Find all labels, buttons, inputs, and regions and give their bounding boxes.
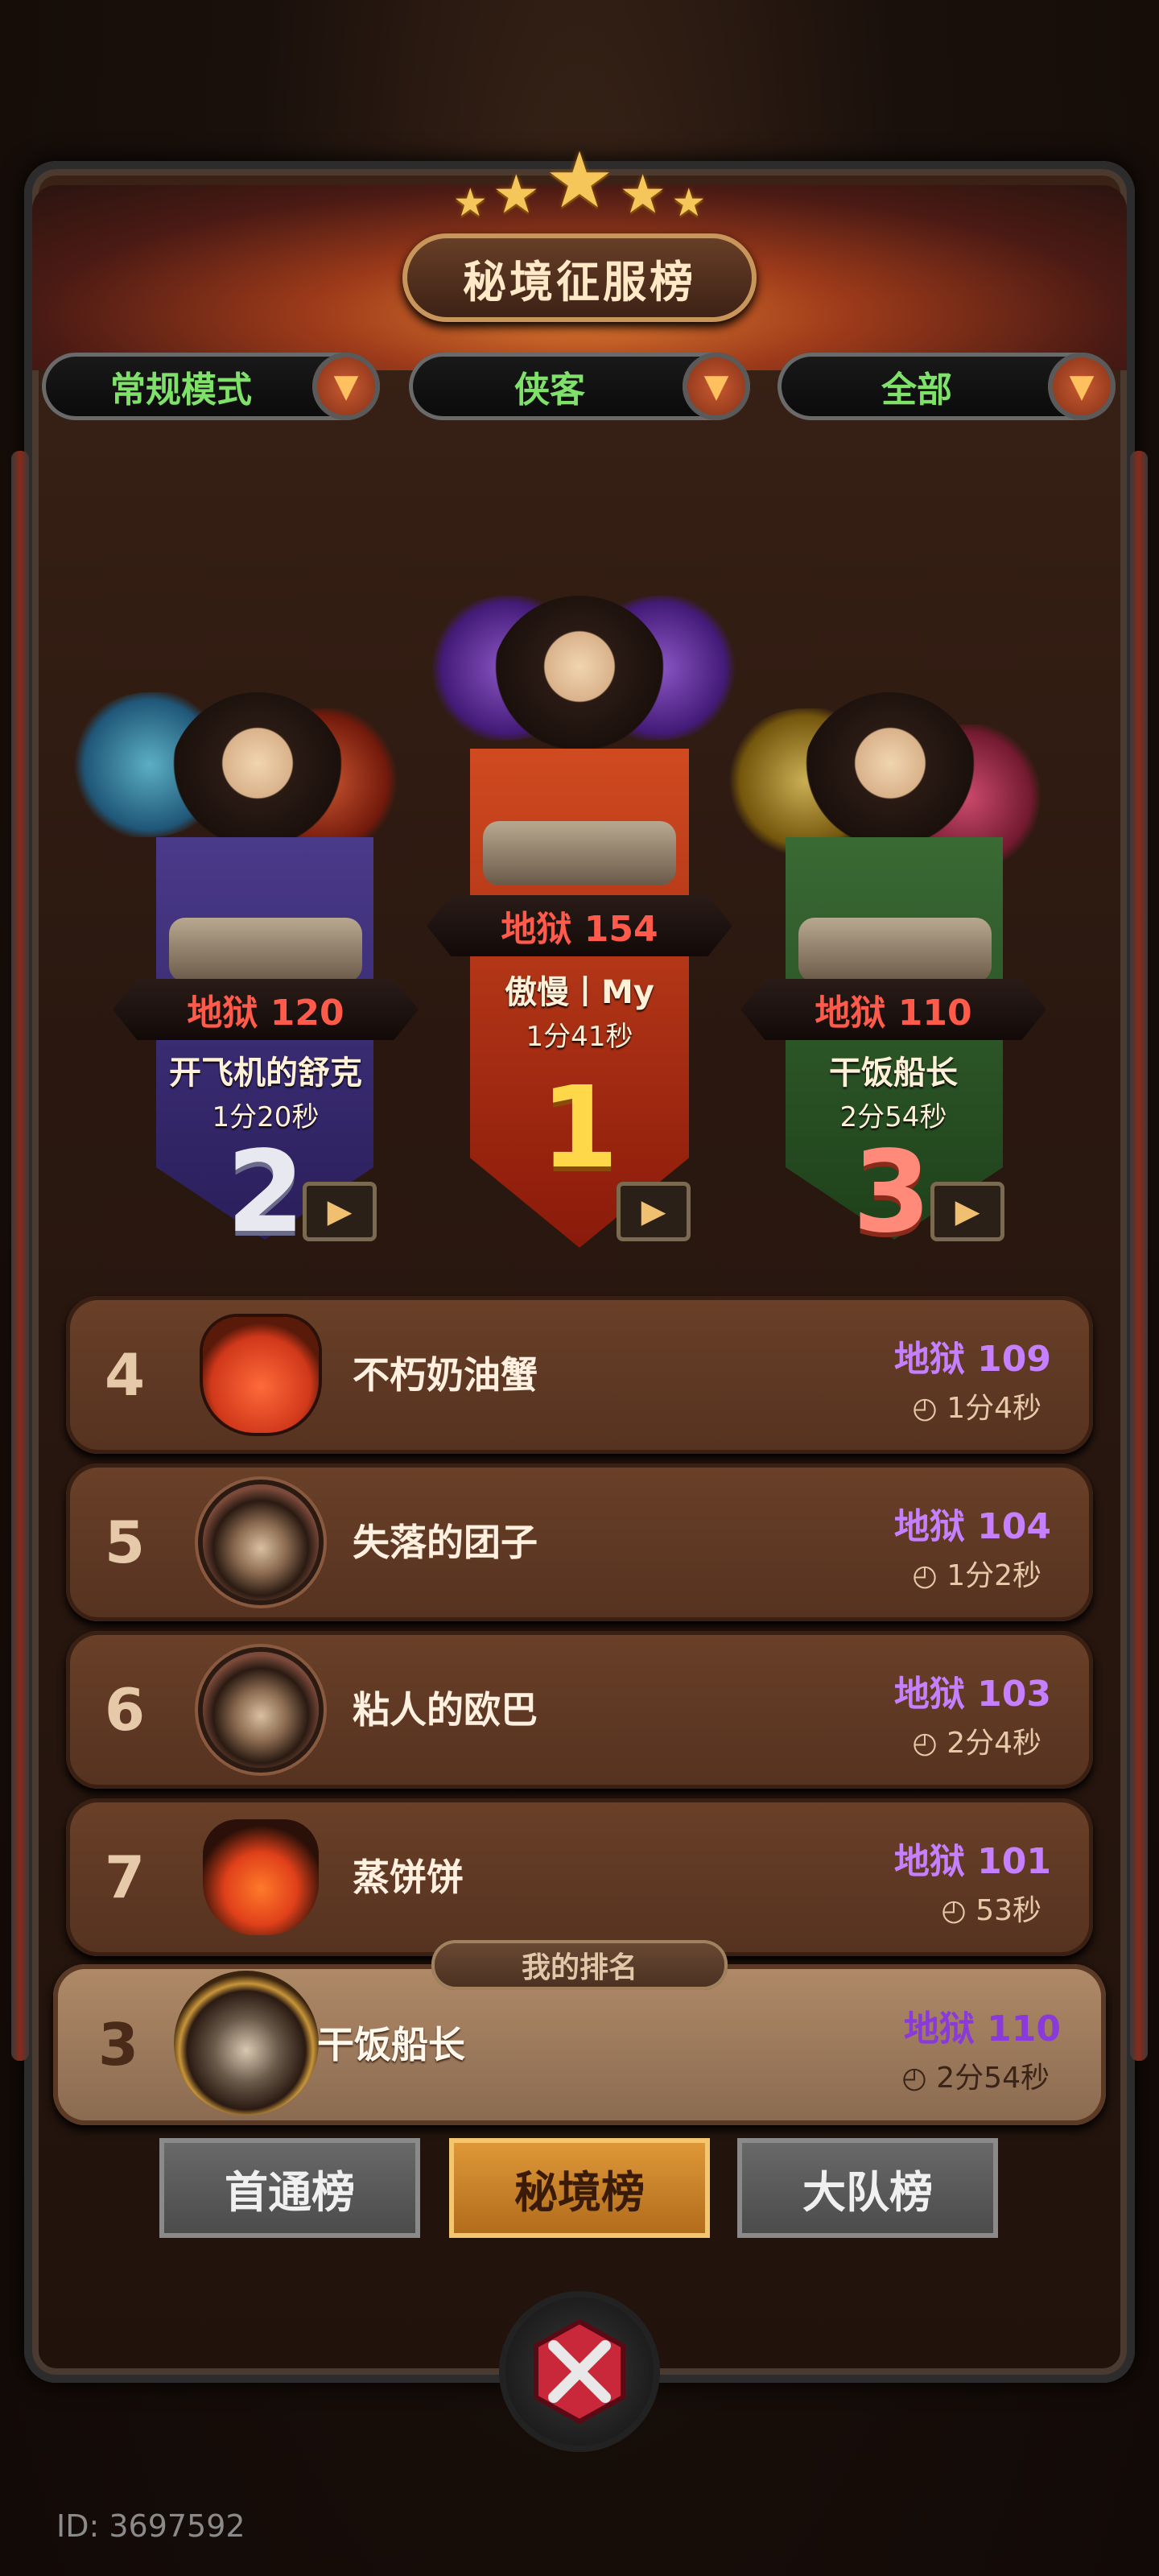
hero-avatar-first[interactable] (491, 596, 668, 773)
star-icon: ★ (452, 180, 488, 225)
class-filter-label: 侠客 (514, 369, 585, 411)
star-icon: ★ (671, 180, 707, 225)
podium-third-rank: 3 (852, 1127, 931, 1258)
podium-second-name: 开飞机的舒克 (169, 1055, 362, 1092)
list-item-level: 地狱 109 (893, 1339, 1051, 1380)
list-item-time: ◴ 1分4秒 (912, 1392, 1041, 1425)
mode-filter-label: 常规模式 (110, 369, 252, 411)
avatar[interactable] (203, 1819, 319, 1935)
clock-icon: ◴ (941, 1894, 976, 1927)
my-rank-level: 地狱 110 (903, 2008, 1061, 2050)
tab-secret-realm[interactable]: 秘境榜 (449, 2138, 710, 2238)
pedestal-top (483, 821, 676, 886)
list-item-time: ◴ 2分4秒 (912, 1727, 1041, 1760)
tab-first-clear[interactable]: 首通榜 (159, 2138, 420, 2238)
video-replay-button[interactable]: ▶ (930, 1182, 1004, 1241)
pedestal-top (798, 918, 992, 982)
avatar[interactable] (203, 1484, 319, 1600)
frame-right-rail (1130, 451, 1148, 2061)
video-replay-button[interactable]: ▶ (303, 1182, 377, 1241)
clock-icon: ◴ (912, 1559, 947, 1592)
podium-first-rank: 1 (540, 1063, 619, 1194)
close-icon (534, 2318, 625, 2425)
user-id-label: ID: 3697592 (56, 2508, 245, 2544)
my-rank-time: ◴ 2分54秒 (901, 2062, 1050, 2095)
podium-second-rank: 2 (226, 1127, 305, 1258)
frame-left-rail (11, 451, 29, 2061)
list-item-level: 地狱 103 (893, 1674, 1051, 1715)
mode-filter[interactable]: 常规模式 ▼ (42, 353, 380, 420)
list-item-name: 不朽奶油蟹 (353, 1353, 538, 1397)
list-item-time: ◴ 53秒 (941, 1894, 1041, 1927)
list-item-time: ◴ 1分2秒 (912, 1559, 1041, 1592)
star-rating: ★ ★ ★ ★ ★ (427, 135, 732, 225)
star-icon: ★ (619, 163, 667, 225)
chevron-down-icon[interactable]: ▼ (1048, 353, 1116, 420)
tab-squad[interactable]: 大队榜 (737, 2138, 998, 2238)
list-item-rank: 5 (105, 1509, 146, 1576)
list-item-level: 地狱 101 (893, 1841, 1051, 1882)
clock-icon: ◴ (912, 1392, 947, 1425)
podium-third-name: 干饭船长 (829, 1055, 958, 1092)
star-icon: ★ (544, 135, 615, 225)
avatar[interactable] (203, 1317, 319, 1433)
scope-filter[interactable]: 全部 ▼ (777, 353, 1116, 420)
podium-second-level: 地狱 120 (113, 979, 419, 1040)
video-camera-icon: ▶ (641, 1193, 666, 1230)
list-item-level: 地狱 104 (893, 1506, 1051, 1547)
class-filter[interactable]: 侠客 ▼ (409, 353, 750, 420)
list-item-rank: 7 (105, 1843, 146, 1911)
podium-first-time: 1分41秒 (526, 1021, 633, 1053)
clock-icon: ◴ (912, 1727, 947, 1760)
video-camera-icon: ▶ (327, 1193, 353, 1230)
list-item-name: 蒸饼饼 (353, 1856, 464, 1899)
list-item-rank: 6 (105, 1676, 146, 1744)
close-button[interactable] (505, 2297, 654, 2446)
avatar[interactable] (174, 1971, 319, 2116)
list-item-rank: 4 (105, 1341, 146, 1409)
list-item-name: 粘人的欧巴 (353, 1688, 538, 1732)
clock-icon: ◴ (901, 2062, 937, 2095)
list-item[interactable]: 6 粘人的欧巴 地狱 103 ◴ 2分4秒 (66, 1631, 1093, 1789)
list-item[interactable]: 7 蒸饼饼 地狱 101 ◴ 53秒 (66, 1798, 1093, 1956)
podium-first-level: 地狱 154 (427, 895, 732, 956)
pedestal-top (169, 918, 362, 982)
star-icon: ★ (492, 163, 540, 225)
my-rank-name: 干饭船长 (317, 2023, 465, 2066)
chevron-down-icon[interactable]: ▼ (683, 353, 750, 420)
my-rank-tag: 我的排名 (431, 1940, 728, 1990)
video-camera-icon: ▶ (955, 1193, 980, 1230)
my-rank-number: 3 (98, 2011, 139, 2079)
chevron-down-icon[interactable]: ▼ (312, 353, 380, 420)
list-item-name: 失落的团子 (353, 1521, 538, 1564)
podium-third-level: 地狱 110 (740, 979, 1046, 1040)
list-item[interactable]: 4 不朽奶油蟹 地狱 109 ◴ 1分4秒 (66, 1296, 1093, 1454)
avatar[interactable] (203, 1652, 319, 1768)
podium-first-name: 傲慢丨My (505, 974, 654, 1011)
video-replay-button[interactable]: ▶ (617, 1182, 691, 1241)
list-item[interactable]: 5 失落的团子 地狱 104 ◴ 1分2秒 (66, 1463, 1093, 1621)
scope-filter-label: 全部 (881, 369, 952, 411)
page-title: 秘境征服榜 (402, 233, 757, 322)
